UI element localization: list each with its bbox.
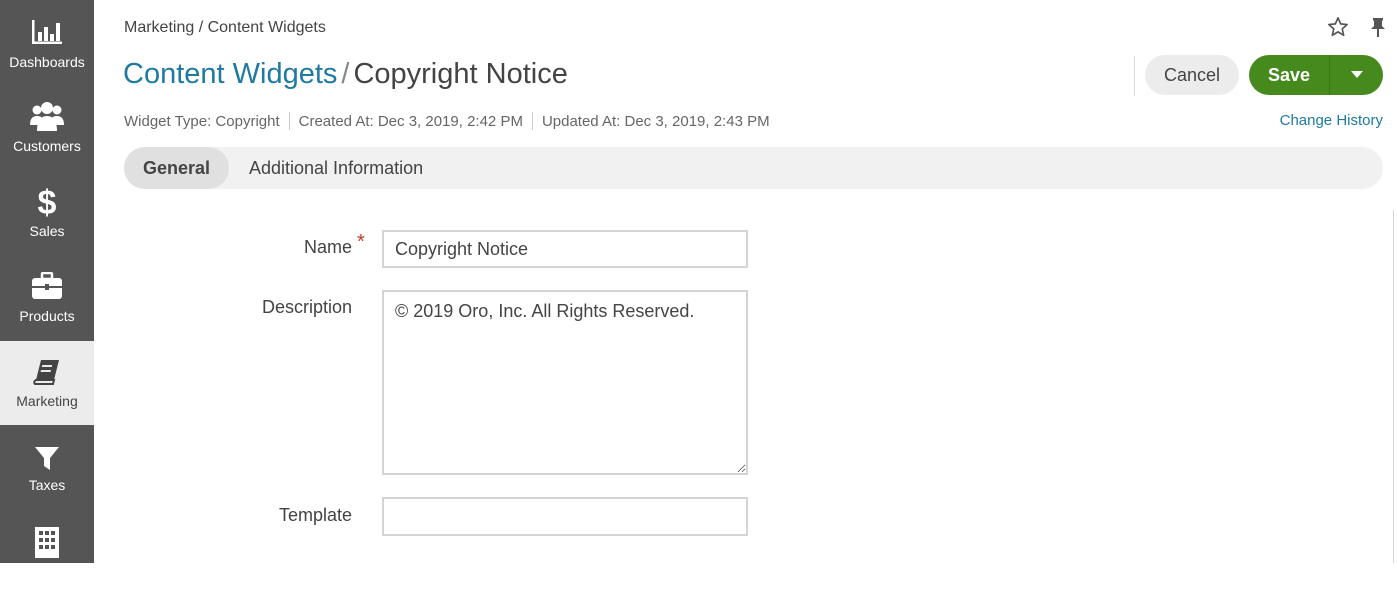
save-button[interactable]: Save: [1249, 55, 1329, 95]
page-title: Content Widgets / Copyright Notice: [123, 56, 568, 92]
updated-at: Updated At: Dec 3, 2019, 2:43 PM: [541, 112, 770, 130]
template-input[interactable]: [382, 497, 748, 536]
sidebar-item-label: Taxes: [28, 477, 66, 493]
required-marker: *: [357, 231, 365, 253]
book-icon: [0, 358, 94, 388]
sidebar-item-marketing[interactable]: Marketing: [0, 341, 94, 425]
breadcrumb[interactable]: Marketing / Content Widgets: [124, 19, 326, 37]
name-input[interactable]: [382, 230, 748, 268]
filter-icon: [0, 445, 94, 473]
name-label: Name: [303, 237, 352, 257]
scrollbar[interactable]: [1393, 210, 1394, 563]
pin-icon[interactable]: [1368, 16, 1390, 38]
sidebar-item-label: Dashboards: [9, 54, 85, 70]
sidebar-item-label: Products: [19, 308, 75, 324]
sidebar-item-customers[interactable]: Customers: [0, 84, 94, 168]
description-label: Description: [261, 297, 352, 317]
caret-down-icon: [1350, 66, 1363, 84]
description-textarea[interactable]: © 2019 Oro, Inc. All Rights Reserved.: [382, 290, 748, 475]
meta-divider: [531, 112, 533, 130]
sidebar-item-label: Marketing: [16, 393, 78, 409]
bar-chart-icon: [0, 18, 94, 46]
sidebar-item-sales[interactable]: $ Sales: [0, 169, 94, 253]
building-icon: [0, 526, 94, 558]
briefcase-icon: [0, 272, 94, 300]
change-history-link[interactable]: Change History: [1280, 112, 1383, 129]
sidebar-item-label: Customers: [13, 138, 81, 154]
sidebar-item-building[interactable]: [0, 511, 94, 595]
users-icon: [0, 101, 94, 133]
created-at: Created At: Dec 3, 2019, 2:42 PM: [298, 112, 523, 130]
title-current: Copyright Notice: [353, 58, 568, 90]
star-icon[interactable]: [1327, 16, 1349, 38]
tab-bar: General Additional Information: [124, 147, 1383, 189]
header-divider: [1134, 56, 1135, 96]
widget-type: Widget Type: Copyright: [124, 112, 280, 130]
meta-divider: [288, 112, 290, 130]
title-parent-link[interactable]: Content Widgets: [123, 58, 337, 90]
sidebar-item-label: Sales: [29, 223, 65, 239]
main-sidebar: Dashboards Customers $ Sales Products Ma…: [0, 0, 94, 563]
title-separator: /: [341, 58, 350, 90]
dollar-icon: $: [37, 184, 57, 222]
tab-additional-information[interactable]: Additional Information: [249, 147, 423, 189]
sidebar-item-taxes[interactable]: Taxes: [0, 426, 94, 510]
tab-general[interactable]: General: [124, 147, 229, 189]
record-meta: Widget Type: Copyright Created At: Dec 3…: [124, 112, 770, 130]
save-dropdown-button[interactable]: [1330, 55, 1383, 95]
sidebar-item-products[interactable]: Products: [0, 254, 94, 338]
sidebar-item-dashboards[interactable]: Dashboards: [0, 0, 94, 84]
template-label: Template: [278, 505, 352, 525]
cancel-button[interactable]: Cancel: [1145, 55, 1239, 95]
